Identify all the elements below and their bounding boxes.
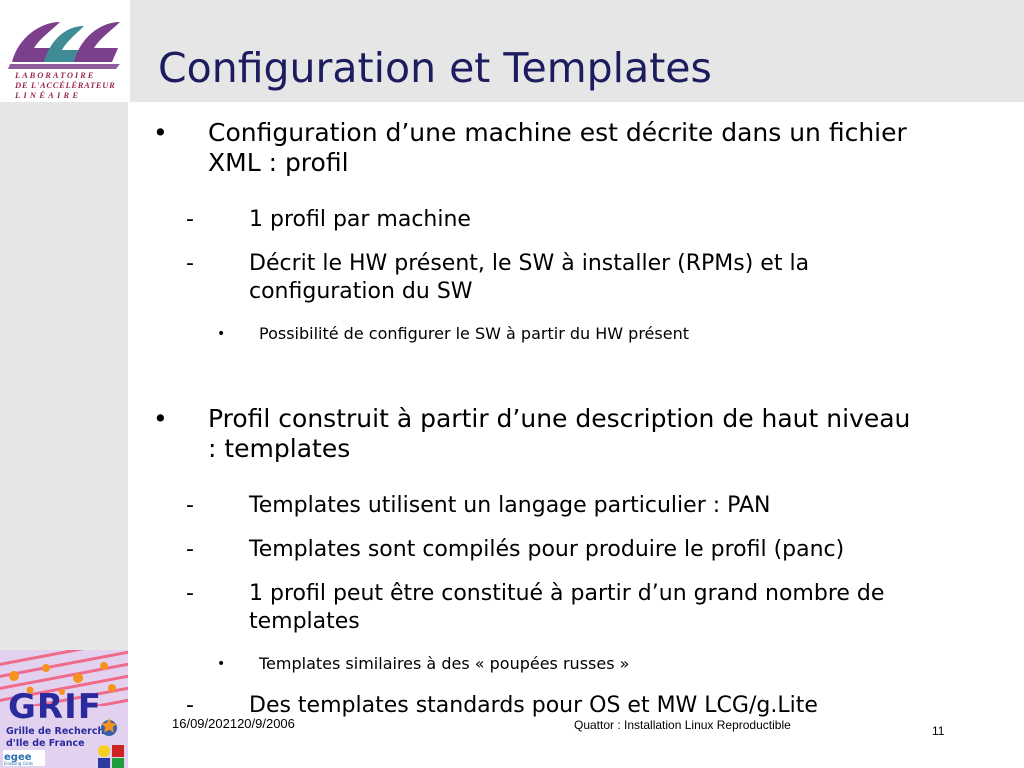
- bullet-marker-subdot: •: [217, 326, 226, 342]
- bullet-text: Templates similaires à des « poupées rus…: [259, 654, 630, 673]
- bullet-level1: • Configuration d’une machine est décrit…: [0, 118, 1024, 178]
- bullet-text: Templates utilisent un langage particuli…: [249, 493, 771, 518]
- svg-text:d'Ile de France: d'Ile de France: [6, 738, 85, 749]
- footer-subtitle: Quattor : Installation Linux Reproductib…: [574, 718, 791, 732]
- svg-text:Enabling Grids: Enabling Grids: [4, 761, 33, 766]
- bullet-marker-dash: -: [186, 581, 194, 606]
- bullet-level2: - 1 profil peut être constitué à partir …: [0, 580, 1024, 636]
- bullet-text: Configuration d’une machine est décrite …: [208, 118, 907, 177]
- bullet-marker-dot: •: [153, 404, 168, 433]
- svg-text:Grille de Recherche: Grille de Recherche: [6, 726, 111, 737]
- svg-text:LINÉAIRE: LINÉAIRE: [14, 90, 81, 100]
- bullet-level3: • Possibilité de configurer le SW à part…: [0, 322, 1024, 346]
- bullet-marker-dash: -: [186, 251, 194, 276]
- bullet-text: Profil construit à partir d’une descript…: [208, 404, 911, 463]
- bullet-text: 1 profil peut être constitué à partir d’…: [249, 581, 885, 634]
- svg-text:DE L'ACCÉLÉRATEUR: DE L'ACCÉLÉRATEUR: [14, 80, 115, 90]
- bullet-marker-dash: -: [186, 493, 194, 518]
- svg-text:LABORATOIRE: LABORATOIRE: [14, 70, 95, 80]
- page-title: Configuration et Templates: [158, 44, 712, 92]
- bullet-text: Des templates standards pour OS et MW LC…: [249, 693, 818, 718]
- bullet-marker-dot: •: [153, 118, 168, 147]
- bullet-level2: - Décrit le HW présent, le SW à installe…: [0, 250, 1024, 306]
- bullet-text: Possibilité de configurer le SW à partir…: [259, 324, 689, 343]
- bullet-level2: - 1 profil par machine: [0, 206, 1024, 234]
- bullet-level2: - Templates sont compilés pour produire …: [0, 536, 1024, 564]
- bullet-level1: • Profil construit à partir d’une descri…: [0, 404, 1024, 464]
- bullet-level2: - Templates utilisent un langage particu…: [0, 492, 1024, 520]
- bullet-level3: • Templates similaires à des « poupées r…: [0, 652, 1024, 676]
- bullet-marker-dash: -: [186, 207, 194, 232]
- bullet-level2: - Des templates standards pour OS et MW …: [0, 692, 1024, 720]
- bullet-marker-subdot: •: [217, 656, 226, 672]
- bullet-text: 1 profil par machine: [249, 207, 471, 232]
- bullet-text: Décrit le HW présent, le SW à installer …: [249, 251, 810, 304]
- bullet-marker-dash: -: [186, 537, 194, 562]
- bullet-text: Templates sont compilés pour produire le…: [249, 537, 845, 562]
- slide-content: • Configuration d’une machine est décrit…: [0, 118, 1024, 724]
- footer-date: 16/09/202120/9/2006: [172, 716, 295, 731]
- footer-page-number: 11: [932, 724, 945, 738]
- lal-logo: LABORATOIRE DE L'ACCÉLÉRATEUR LINÉAIRE: [0, 0, 130, 102]
